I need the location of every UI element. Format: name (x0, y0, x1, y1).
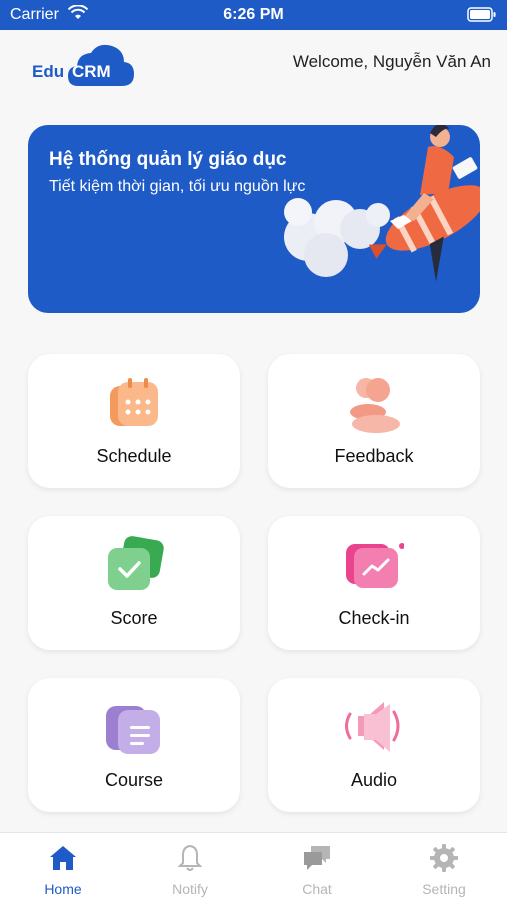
menu-tile-check-in[interactable]: Check-in (268, 516, 480, 650)
tab-label: Setting (422, 881, 466, 897)
bottom-tab-bar: Home Notify Chat Setting (0, 832, 507, 901)
welcome-text: Welcome, Nguyễn Văn An (292, 52, 491, 71)
menu-tile-feedback[interactable]: Feedback (268, 354, 480, 488)
status-bar: Carrier 6:26 PM (0, 0, 507, 30)
banner-subtitle: Tiết kiệm thời gian, tối ưu nguồn lực (49, 178, 306, 195)
menu-label: Feedback (334, 446, 414, 466)
home-icon (50, 846, 76, 870)
gear-icon (430, 844, 458, 872)
document-icon (106, 706, 160, 754)
tab-label: Home (44, 881, 82, 897)
banner-title: Hệ thống quản lý giáo dục (49, 149, 287, 170)
menu-tile-schedule[interactable]: Schedule (28, 354, 240, 488)
tab-chat[interactable]: Chat (254, 833, 380, 901)
logo-text-crm: CRM (72, 62, 111, 81)
clock: 6:26 PM (223, 6, 284, 23)
menu-label: Schedule (96, 446, 172, 466)
chat-icon (304, 846, 330, 870)
battery-icon (467, 7, 497, 27)
menu-label: Audio (350, 770, 398, 790)
menu-label: Course (104, 770, 164, 790)
menu-tile-score[interactable]: Score (28, 516, 240, 650)
logo-text-edu: Edu (32, 62, 65, 81)
check-card-icon (108, 536, 164, 590)
educrm-logo: Edu CRM (28, 42, 138, 86)
menu-tile-audio[interactable]: Audio (268, 678, 480, 812)
menu-label: Score (110, 608, 158, 628)
users-icon (350, 378, 400, 433)
speaker-icon (345, 702, 400, 752)
hero-banner: Hệ thống quản lý giáo dục Tiết kiệm thời… (28, 125, 480, 313)
calendar-icon (110, 378, 158, 426)
tab-home[interactable]: Home (0, 833, 126, 901)
rocket-illustration (284, 125, 480, 282)
app-header: Edu CRM Welcome, Nguyễn Văn An (0, 30, 507, 100)
tab-label: Chat (302, 881, 332, 897)
bell-icon (177, 844, 203, 871)
tab-label: Notify (172, 881, 208, 897)
chart-card-icon (346, 543, 404, 588)
menu-tile-course[interactable]: Course (28, 678, 240, 812)
tab-notify[interactable]: Notify (127, 833, 253, 901)
tab-setting[interactable]: Setting (381, 833, 507, 901)
menu-label: Check-in (338, 608, 410, 628)
